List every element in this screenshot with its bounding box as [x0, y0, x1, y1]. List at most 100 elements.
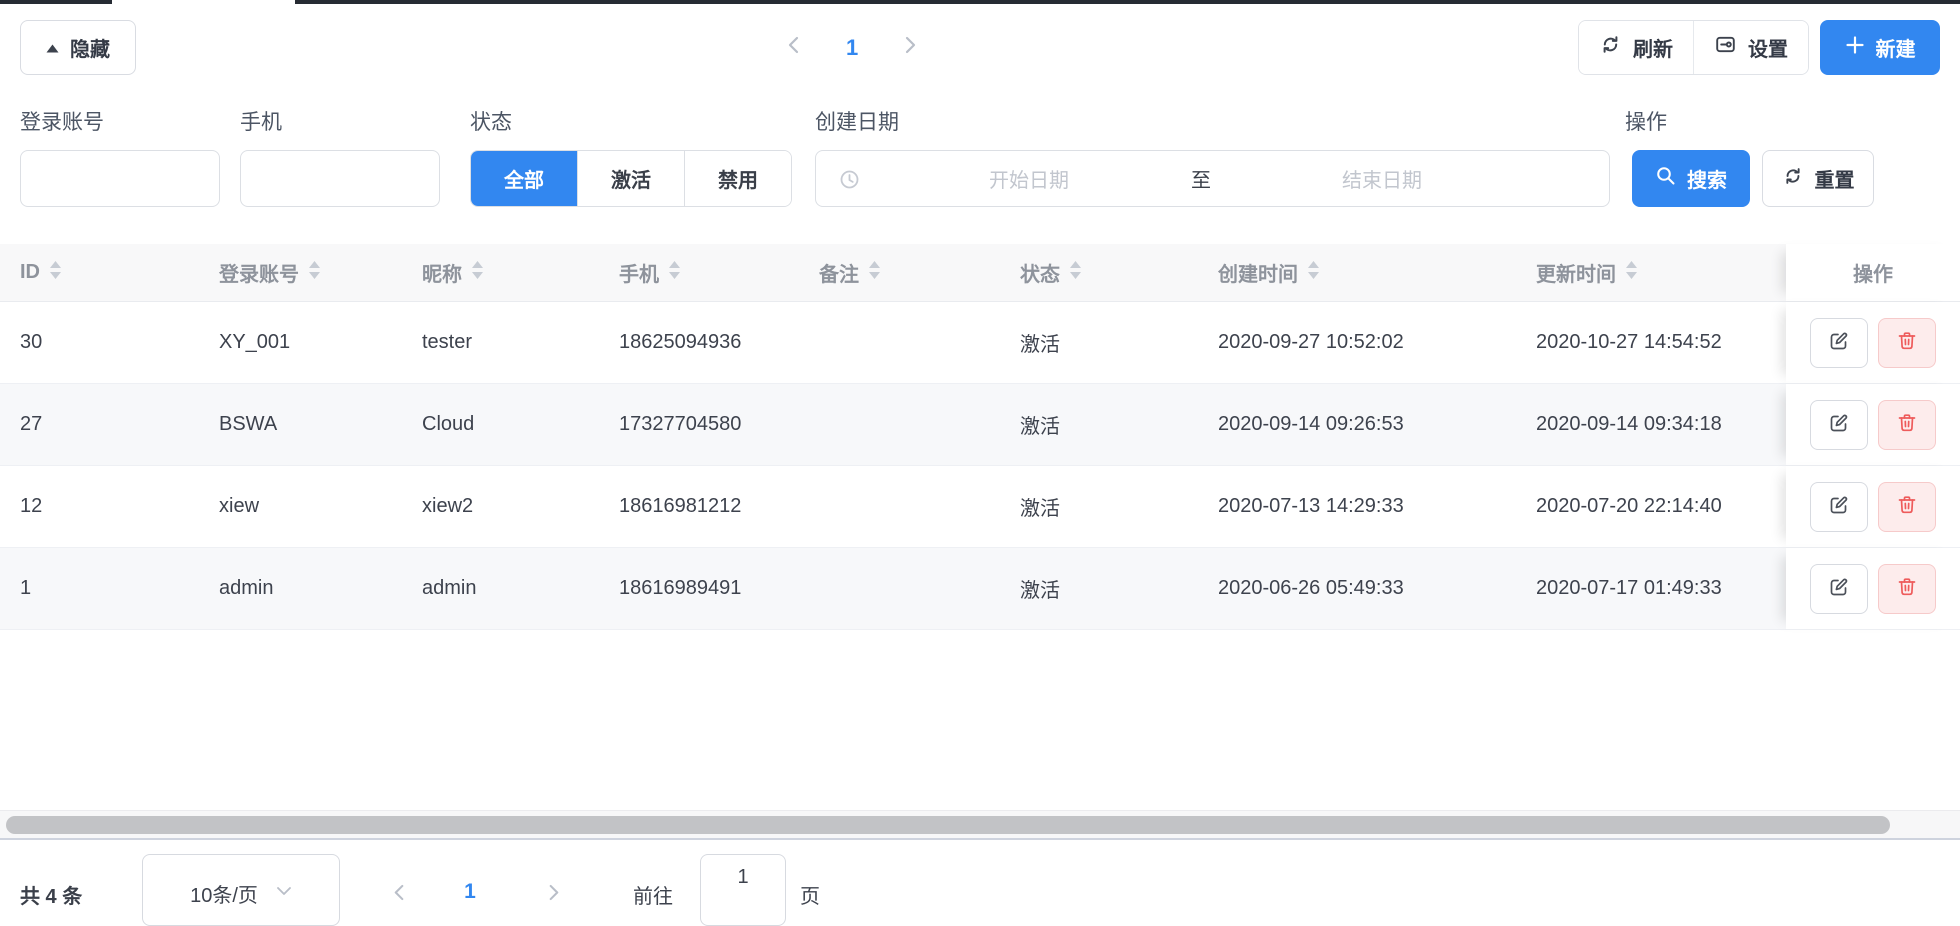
top-pagination: 1: [786, 20, 918, 75]
cell-id: 12: [0, 466, 219, 547]
column-header-updated[interactable]: 更新时间: [1536, 244, 1786, 301]
operation-label: 操作: [1625, 106, 1667, 136]
refresh-icon: [1782, 165, 1804, 193]
edit-square-icon: [1827, 329, 1851, 356]
start-date-placeholder[interactable]: 开始日期: [909, 151, 1149, 206]
status-segmented-control: 全部 激活 禁用: [470, 150, 792, 207]
page-suffix-label: 页: [800, 880, 820, 909]
cell-actions: [1786, 384, 1960, 465]
current-page[interactable]: 1: [846, 35, 858, 61]
table-header-row: ID 登录账号 昵称 手机 备注 状态 创建时间 更新时间: [0, 244, 1960, 302]
edit-row-button[interactable]: [1810, 564, 1868, 614]
refresh-button[interactable]: 刷新: [1579, 21, 1693, 74]
sort-carets-icon: [668, 259, 681, 287]
reset-button[interactable]: 重置: [1762, 150, 1874, 207]
column-header-account[interactable]: 登录账号: [219, 244, 422, 301]
status-option-all[interactable]: 全部: [471, 151, 577, 206]
prev-page-icon[interactable]: [786, 36, 802, 59]
search-button[interactable]: 搜索: [1632, 150, 1750, 207]
cell-nickname: tester: [422, 302, 619, 383]
edit-row-button[interactable]: [1810, 482, 1868, 532]
delete-row-button[interactable]: [1878, 482, 1936, 532]
edit-row-button[interactable]: [1810, 400, 1868, 450]
cell-created: 2020-06-26 05:49:33: [1218, 548, 1536, 629]
caret-up-icon: [46, 36, 59, 59]
table-tools-group: 刷新 设置: [1578, 20, 1809, 75]
next-page-icon[interactable]: [546, 884, 561, 906]
table-empty-area: [0, 630, 1960, 810]
current-page[interactable]: 1: [452, 880, 488, 904]
cell-id: 30: [0, 302, 219, 383]
end-date-placeholder[interactable]: 结束日期: [1262, 151, 1502, 206]
edit-square-icon: [1827, 411, 1851, 438]
table-row: 30 XY_001 tester 18625094936 激活 2020-09-…: [0, 302, 1960, 384]
create-button-label: 新建: [1876, 33, 1916, 62]
sort-carets-icon: [1069, 259, 1082, 287]
page-size-select[interactable]: 10条/页: [142, 854, 340, 926]
sort-carets-icon: [1625, 259, 1638, 287]
cell-created: 2020-09-14 09:26:53: [1218, 384, 1536, 465]
delete-row-button[interactable]: [1878, 564, 1936, 614]
table-row: 27 BSWA Cloud 17327704580 激活 2020-09-14 …: [0, 384, 1960, 466]
cell-id: 27: [0, 384, 219, 465]
edit-square-icon: [1827, 575, 1851, 602]
column-header-created[interactable]: 创建时间: [1218, 244, 1536, 301]
cell-nickname: xiew2: [422, 466, 619, 547]
cell-updated: 2020-07-17 01:49:33: [1536, 548, 1786, 629]
refresh-button-label: 刷新: [1633, 33, 1673, 62]
cell-phone: 18616989491: [619, 548, 819, 629]
cell-remark: [819, 384, 1020, 465]
cell-phone: 18616981212: [619, 466, 819, 547]
phone-input[interactable]: [240, 150, 440, 207]
cell-updated: 2020-07-20 22:14:40: [1536, 466, 1786, 547]
cell-status: 激活: [1020, 466, 1218, 547]
create-button[interactable]: 新建: [1820, 20, 1940, 75]
hide-filters-button[interactable]: 隐藏: [20, 20, 136, 75]
reset-button-label: 重置: [1815, 164, 1855, 193]
status-label: 状态: [470, 106, 512, 136]
cell-phone: 18625094936: [619, 302, 819, 383]
table-row: 12 xiew xiew2 18616981212 激活 2020-07-13 …: [0, 466, 1960, 548]
cell-nickname: admin: [422, 548, 619, 629]
column-header-phone[interactable]: 手机: [619, 244, 819, 301]
cell-id: 1: [0, 548, 219, 629]
status-option-active[interactable]: 激活: [577, 151, 684, 206]
toolbar: 隐藏 1 刷新 设置: [0, 20, 1960, 75]
edit-row-button[interactable]: [1810, 318, 1868, 368]
settings-button[interactable]: 设置: [1693, 21, 1808, 74]
delete-row-button[interactable]: [1878, 400, 1936, 450]
plus-icon: [1845, 35, 1865, 61]
cell-account: BSWA: [219, 384, 422, 465]
cell-status: 激活: [1020, 548, 1218, 629]
cell-created: 2020-09-27 10:52:02: [1218, 302, 1536, 383]
delete-row-button[interactable]: [1878, 318, 1936, 368]
goto-page-label: 前往: [633, 880, 673, 909]
horizontal-scrollbar-thumb[interactable]: [6, 816, 1890, 834]
login-account-label: 登录账号: [20, 106, 104, 136]
create-date-range-picker[interactable]: 开始日期 至 结束日期: [815, 150, 1610, 207]
pagination-footer: 共 4 条 10条/页 1 前往 页: [0, 840, 1960, 915]
page-size-value: 10条/页: [190, 879, 258, 908]
column-header-id[interactable]: ID: [0, 244, 219, 301]
column-header-status[interactable]: 状态: [1020, 244, 1218, 301]
cell-account: xiew: [219, 466, 422, 547]
settings-button-label: 设置: [1748, 33, 1788, 62]
cell-updated: 2020-10-27 14:54:52: [1536, 302, 1786, 383]
column-header-remark[interactable]: 备注: [819, 244, 1020, 301]
cell-actions: [1786, 466, 1960, 547]
goto-page-input[interactable]: [700, 854, 786, 926]
next-page-icon[interactable]: [902, 36, 918, 59]
cell-status: 激活: [1020, 384, 1218, 465]
column-header-nickname[interactable]: 昵称: [422, 244, 619, 301]
cell-updated: 2020-09-14 09:34:18: [1536, 384, 1786, 465]
trash-icon: [1895, 575, 1919, 602]
edit-square-icon: [1827, 493, 1851, 520]
login-account-input[interactable]: [20, 150, 220, 207]
horizontal-scrollbar-track[interactable]: [0, 810, 1960, 838]
hide-button-label: 隐藏: [70, 33, 110, 62]
cell-account: admin: [219, 548, 422, 629]
cell-remark: [819, 302, 1020, 383]
cell-status: 激活: [1020, 302, 1218, 383]
prev-page-icon[interactable]: [392, 884, 407, 906]
status-option-disabled[interactable]: 禁用: [684, 151, 791, 206]
